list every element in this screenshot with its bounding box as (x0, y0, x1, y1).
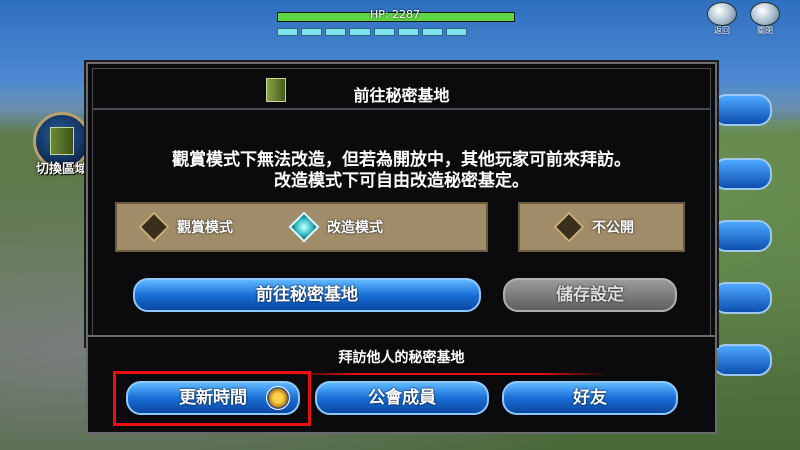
highlight-box (113, 371, 311, 426)
switch-area-label: 切換區域 (36, 162, 89, 177)
secret-base-dialog: 前往秘密基地 觀賞模式下無法改造，但若為開放中，其他玩家可前來拜訪。 改造模式下… (86, 62, 717, 346)
description: 觀賞模式下無法改造，但若為開放中，其他玩家可前來拜訪。 改造模式下可自由改造秘密… (88, 150, 715, 192)
mp-segment (301, 28, 323, 36)
friends-button[interactable]: 好友 (502, 381, 678, 415)
mp-segment (421, 28, 443, 36)
home-icon (750, 2, 780, 26)
description-line: 觀賞模式下無法改造，但若為開放中，其他玩家可前來拜訪。 (172, 150, 631, 170)
mp-segment (445, 28, 467, 36)
dialog-title: 前往秘密基地 (353, 86, 450, 105)
mp-bar (277, 28, 467, 36)
side-menu-button[interactable] (712, 94, 772, 126)
mp-segment (397, 28, 419, 36)
visibility-option-box: 不公開 (518, 202, 685, 252)
close-button[interactable]: 關閉 (749, 2, 781, 36)
edit-mode-label: 改造模式 (327, 220, 383, 236)
radio-diamond-icon (138, 211, 170, 243)
guild-members-button[interactable]: 公會成員 (315, 381, 489, 415)
radio-diamond-icon (553, 211, 585, 243)
hp-text: HP: 2287 (369, 8, 421, 21)
description-line: 改造模式下可自由改造秘密基定。 (274, 171, 529, 191)
visit-title: 拜訪他人的秘密基地 (338, 350, 465, 366)
view-mode-option[interactable]: 觀賞模式 (138, 204, 233, 250)
go-secret-base-button[interactable]: 前往秘密基地 (133, 278, 481, 312)
title-underline (288, 373, 608, 375)
side-menu-button[interactable] (712, 158, 772, 190)
private-label: 不公開 (592, 220, 634, 236)
title-divider (92, 108, 711, 110)
edit-mode-option[interactable]: 改造模式 (288, 204, 383, 250)
book-icon (50, 127, 74, 155)
return-icon (707, 2, 737, 26)
mode-options: 觀賞模式 改造模式 (115, 202, 488, 252)
private-option[interactable]: 不公開 (553, 204, 634, 250)
radio-diamond-selected-icon (288, 211, 320, 243)
mp-segment (349, 28, 371, 36)
side-menu-button[interactable] (712, 282, 772, 314)
mp-segment (277, 28, 299, 36)
side-menu-button[interactable] (712, 220, 772, 252)
view-mode-label: 觀賞模式 (177, 220, 233, 236)
return-label: 返回 (714, 26, 730, 35)
mp-segment (373, 28, 395, 36)
save-settings-button[interactable]: 儲存設定 (503, 278, 677, 312)
close-label: 關閉 (757, 26, 773, 35)
return-button[interactable]: 返回 (706, 2, 738, 36)
side-menu-button[interactable] (712, 344, 772, 376)
mp-segment (325, 28, 347, 36)
